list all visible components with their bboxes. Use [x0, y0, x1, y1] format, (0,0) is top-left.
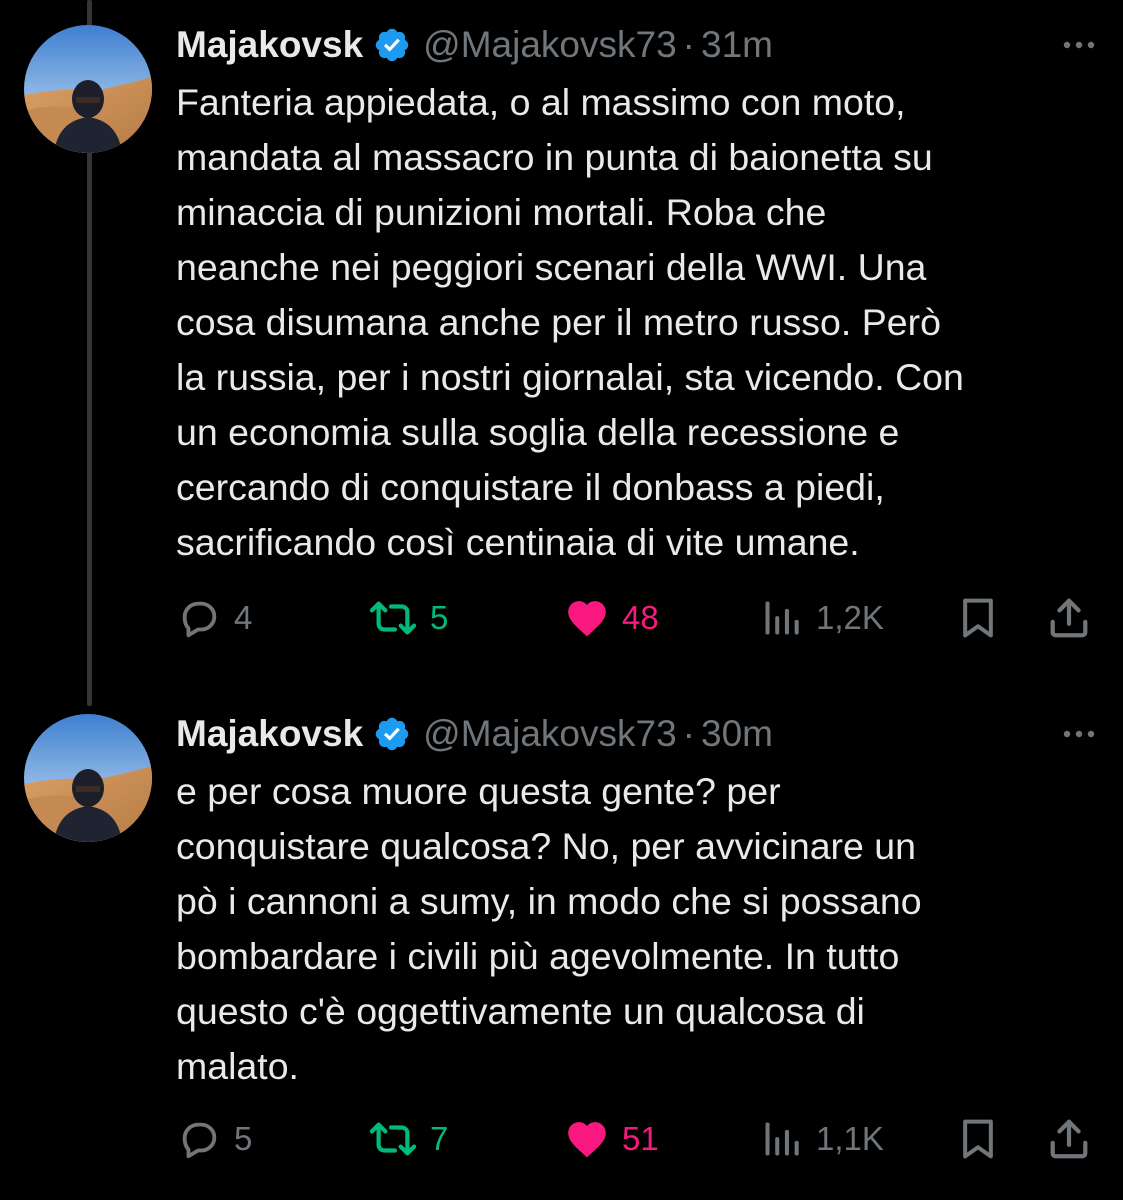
- timestamp[interactable]: 30m: [701, 714, 773, 754]
- repost-icon: [369, 1122, 417, 1156]
- reply-button[interactable]: 5: [176, 1114, 252, 1164]
- views-bar-chart-icon: [765, 1122, 799, 1156]
- views-button[interactable]: 1,1K: [760, 1114, 884, 1164]
- reply-count: 5: [234, 1120, 253, 1157]
- avatar-image: [24, 25, 152, 153]
- bookmark-button[interactable]: [956, 593, 1000, 643]
- separator-dot: ·: [682, 713, 695, 754]
- verified-badge-icon[interactable]: [373, 715, 411, 753]
- views-bar-chart-icon: [765, 601, 799, 635]
- share-icon: [1050, 598, 1088, 638]
- more-options-button[interactable]: [1061, 716, 1097, 752]
- separator-dot: ·: [682, 24, 695, 65]
- repost-count: 5: [430, 599, 449, 636]
- display-name[interactable]: Majakovsk: [176, 25, 363, 65]
- tweet-text: e per cosa muore questa gente? per conqu…: [176, 770, 922, 1087]
- repost-button[interactable]: 7: [368, 1114, 448, 1164]
- reply-count: 4: [234, 599, 253, 636]
- heart-filled-icon: [568, 1122, 606, 1158]
- bookmark-icon: [963, 1119, 993, 1159]
- avatar[interactable]: [24, 714, 152, 842]
- user-handle[interactable]: @Majakovsk73: [423, 25, 677, 65]
- bookmark-button[interactable]: [956, 1114, 1000, 1164]
- more-options-icon: [1063, 730, 1095, 738]
- reply-icon: [182, 1122, 217, 1159]
- views-count: 1,1K: [816, 1120, 884, 1157]
- bookmark-icon: [963, 598, 993, 638]
- repost-button[interactable]: 5: [368, 593, 448, 643]
- tweet-actions: 4 5 48 1,2K: [176, 593, 1097, 643]
- avatar-image: [24, 714, 152, 842]
- heart-filled-icon: [568, 601, 606, 637]
- reply-button[interactable]: 4: [176, 593, 252, 643]
- timestamp[interactable]: 31m: [701, 25, 773, 65]
- like-button[interactable]: 51: [564, 1114, 659, 1164]
- more-options-icon: [1063, 41, 1095, 49]
- avatar[interactable]: [24, 25, 152, 153]
- tweet-actions: 5 7 51 1,1K: [176, 1114, 1097, 1164]
- verified-badge-icon[interactable]: [373, 26, 411, 64]
- views-count: 1,2K: [816, 599, 884, 636]
- tweet-header: Majakovsk @Majakovsk73 · 30m: [176, 714, 1097, 754]
- share-button[interactable]: [1046, 593, 1092, 643]
- display-name[interactable]: Majakovsk: [176, 714, 363, 754]
- share-icon: [1050, 1119, 1088, 1159]
- tweet-text: Fanteria appiedata, o al massimo con mot…: [176, 81, 964, 563]
- reply-icon: [182, 601, 217, 638]
- repost-count: 7: [430, 1120, 449, 1157]
- like-count: 51: [622, 1120, 659, 1157]
- more-options-button[interactable]: [1061, 27, 1097, 63]
- like-button[interactable]: 48: [564, 593, 659, 643]
- views-button[interactable]: 1,2K: [760, 593, 884, 643]
- tweet-header: Majakovsk @Majakovsk73 · 31m: [176, 25, 1097, 65]
- share-button[interactable]: [1046, 1114, 1092, 1164]
- repost-icon: [369, 601, 417, 635]
- user-handle[interactable]: @Majakovsk73: [423, 714, 677, 754]
- like-count: 48: [622, 599, 659, 636]
